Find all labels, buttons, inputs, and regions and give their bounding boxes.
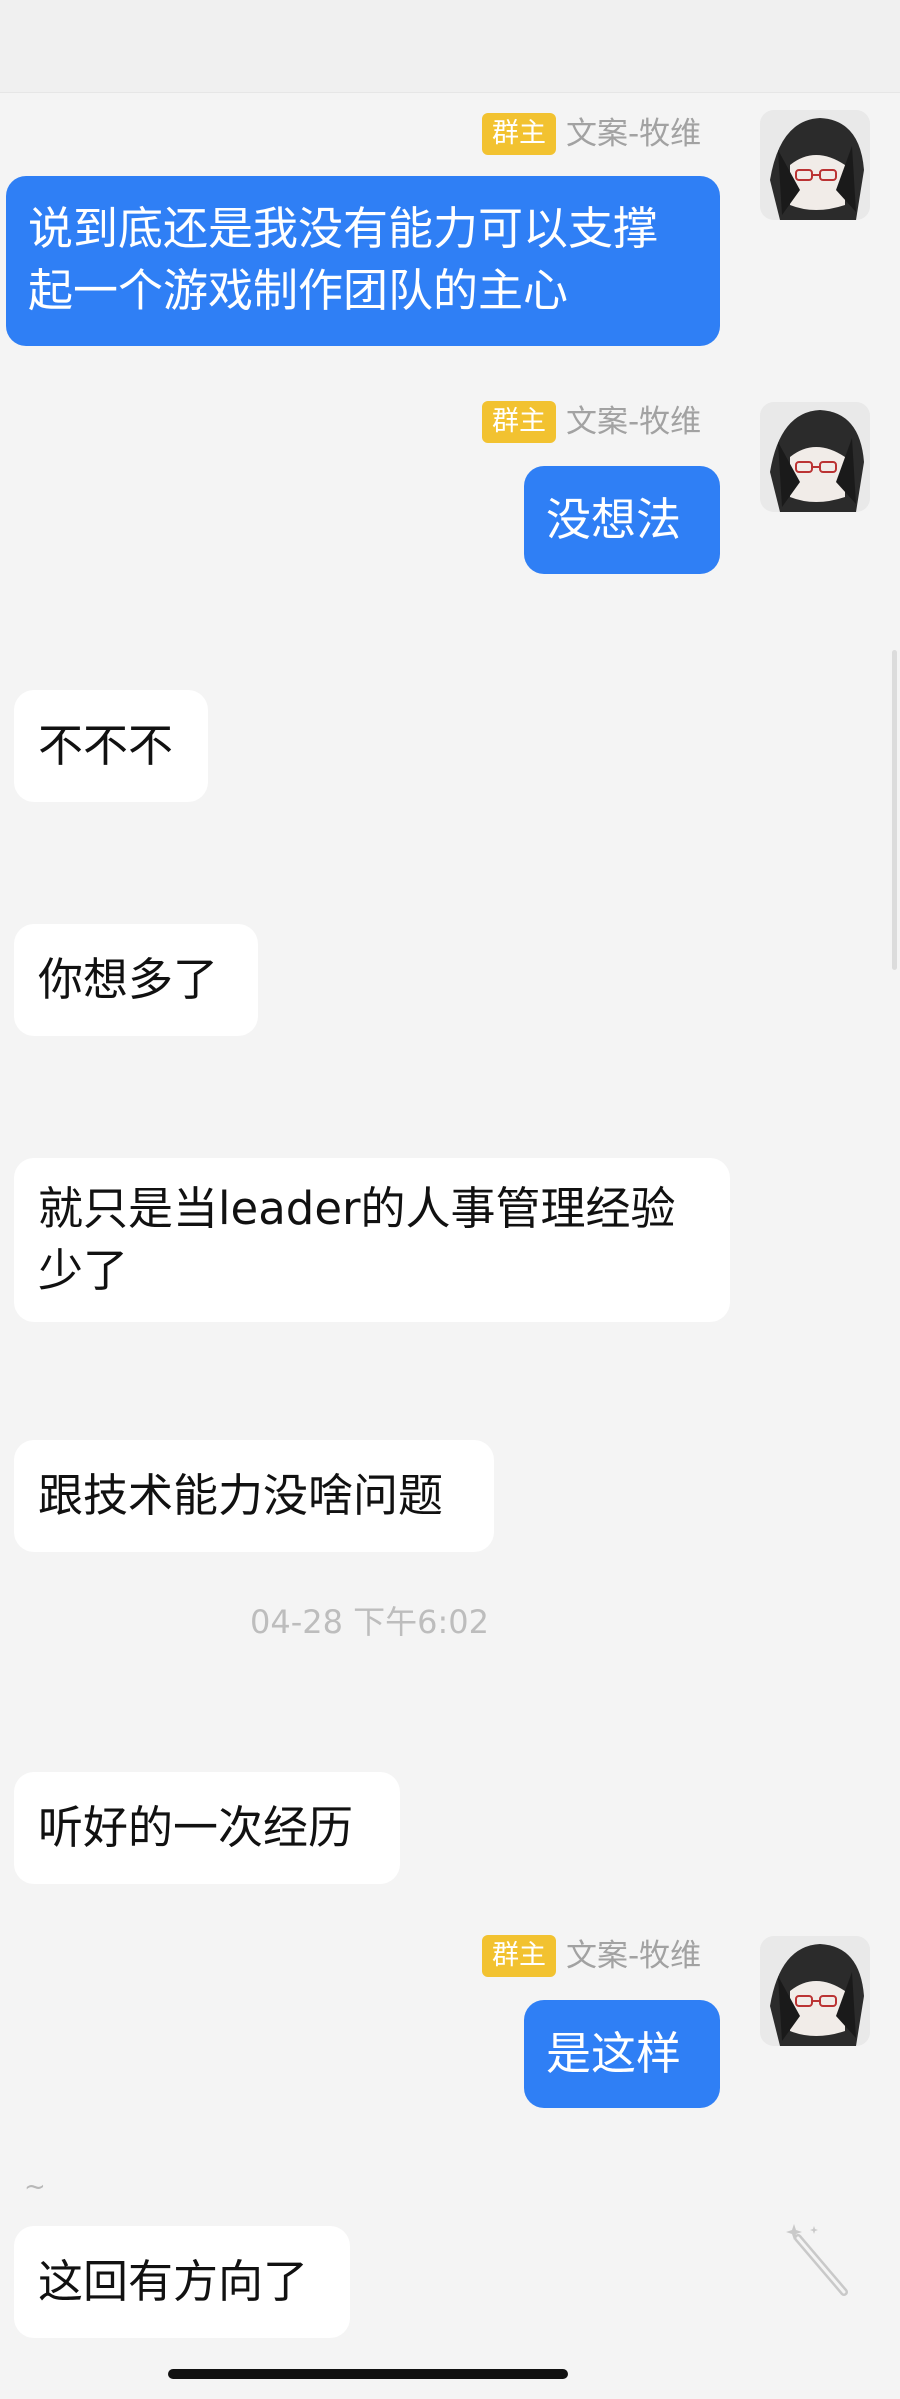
sender-name[interactable]: 文案-牧维 <box>566 1936 701 1976</box>
top-bar <box>0 0 900 93</box>
message-bubble-incoming[interactable]: 你想多了 <box>14 924 258 1036</box>
message-bubble-outgoing[interactable]: 没想法 <box>524 466 720 574</box>
owner-badge: 群主 <box>482 113 556 155</box>
tilde-mark: ~ <box>24 2172 46 2202</box>
message-line: 起一个游戏制作团队的主心 <box>28 264 569 317</box>
message-bubble-outgoing[interactable]: 是这样 <box>524 2000 720 2108</box>
message-bubble-incoming[interactable]: 不不不 <box>14 690 208 802</box>
sender-info: 群主 文案-牧维 <box>482 112 701 156</box>
sender-name[interactable]: 文案-牧维 <box>566 114 701 154</box>
message-bubble-incoming[interactable]: 这回有方向了 <box>14 2226 350 2338</box>
message-line: 少了 <box>38 1244 129 1297</box>
owner-badge: 群主 <box>482 1935 556 1977</box>
owner-badge: 群主 <box>482 401 556 443</box>
message-bubble-incoming[interactable]: 听好的一次经历 <box>14 1772 400 1884</box>
sender-name[interactable]: 文案-牧维 <box>566 402 701 442</box>
home-indicator[interactable] <box>168 2369 568 2379</box>
avatar[interactable] <box>760 402 870 512</box>
sender-info: 群主 文案-牧维 <box>482 400 701 444</box>
avatar[interactable] <box>760 110 870 220</box>
message-line: 说到底还是我没有能力可以支撑 <box>28 202 659 255</box>
message-bubble-outgoing[interactable]: 说到底还是我没有能力可以支撑 起一个游戏制作团队的主心 <box>6 176 720 346</box>
timestamp: 04-28 下午6:02 <box>250 1603 490 1641</box>
message-bubble-incoming[interactable]: 跟技术能力没啥问题 <box>14 1440 494 1552</box>
magic-wand-icon[interactable] <box>784 2222 854 2302</box>
message-bubble-incoming[interactable]: 就只是当leader的人事管理经验 少了 <box>14 1158 730 1322</box>
avatar[interactable] <box>760 1936 870 2046</box>
sender-info: 群主 文案-牧维 <box>482 1934 701 1978</box>
message-line: 就只是当leader的人事管理经验 <box>38 1182 676 1235</box>
scrollbar[interactable] <box>892 650 897 970</box>
